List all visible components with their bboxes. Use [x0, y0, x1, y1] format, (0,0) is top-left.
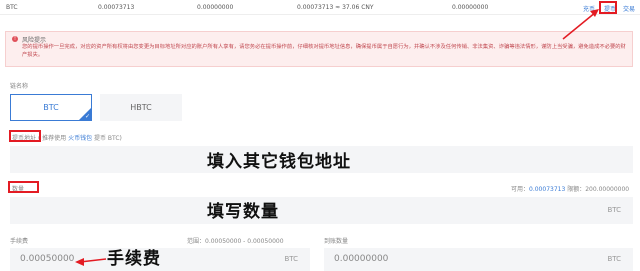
received-label: 到账数量 [324, 238, 349, 245]
received-field: 0.00000000 BTC [324, 248, 633, 271]
received-unit: BTC [607, 255, 621, 263]
annotation-arrow-fee [75, 258, 107, 266]
received-value: 0.00000000 [334, 254, 389, 264]
